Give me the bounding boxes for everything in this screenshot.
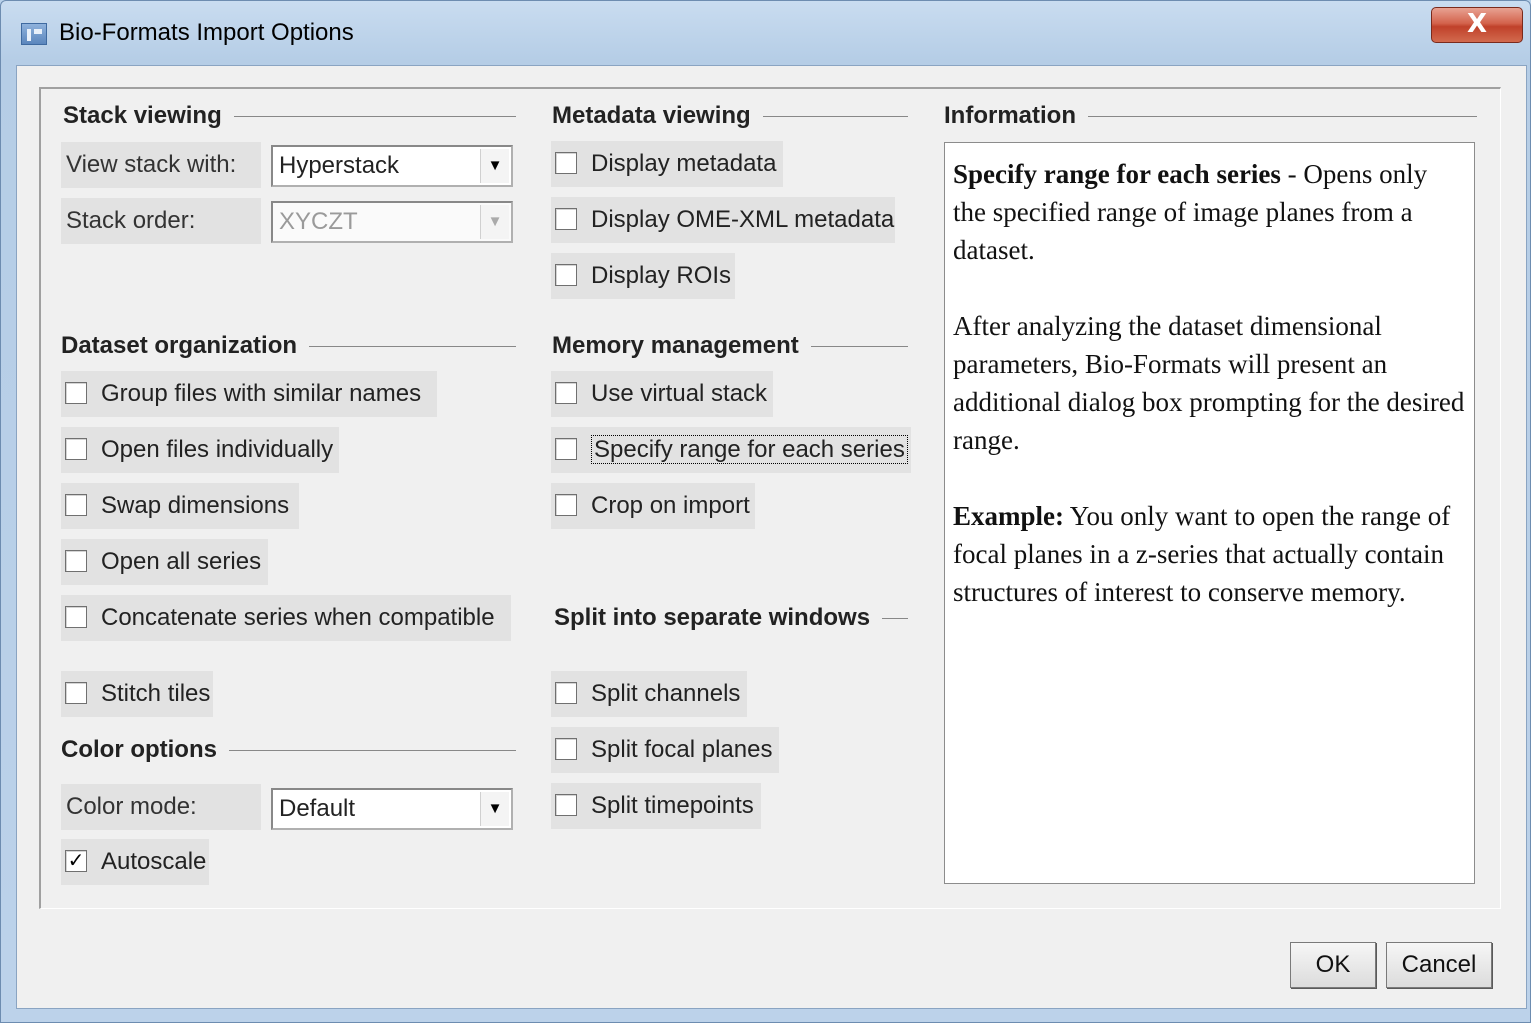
swap-dimensions-checkbox[interactable]: Swap dimensions	[61, 483, 299, 529]
app-icon	[21, 23, 47, 45]
color-mode-label: Color mode:	[61, 784, 261, 830]
display-ome-xml-checkbox[interactable]: Display OME-XML metadata	[551, 197, 895, 243]
checkbox-box[interactable]	[555, 152, 577, 174]
section-memory-management: Memory management	[552, 332, 908, 360]
checkbox-label: Split channels	[591, 680, 741, 707]
checkbox-label: Split focal planes	[591, 736, 773, 763]
checkbox-box[interactable]	[65, 682, 87, 704]
section-stack-viewing: Stack viewing	[63, 102, 516, 130]
divider	[1088, 115, 1477, 117]
divider	[762, 115, 908, 117]
view-stack-value: Hyperstack	[279, 152, 400, 179]
stack-order-label: Stack order:	[61, 198, 261, 244]
section-heading: Split into separate windows	[554, 604, 871, 631]
divider	[309, 345, 516, 347]
info-bold-heading: Example:	[953, 501, 1064, 531]
checkbox-label: Display ROIs	[591, 262, 732, 289]
dialog-window: Bio-Formats Import Options X Stack viewi…	[0, 0, 1531, 1023]
divider	[233, 115, 516, 117]
window-title: Bio-Formats Import Options	[59, 19, 354, 46]
section-dataset-organization: Dataset organization	[61, 332, 516, 360]
cancel-button[interactable]: Cancel	[1386, 942, 1492, 988]
info-paragraph: Specify range for each series - Opens on…	[953, 155, 1466, 269]
section-heading: Dataset organization	[61, 332, 298, 359]
section-heading: Information	[944, 102, 1076, 129]
close-icon: X	[1466, 9, 1488, 39]
checkbox-label: Stitch tiles	[101, 680, 211, 707]
view-stack-select[interactable]: Hyperstack ▼	[271, 145, 513, 187]
close-button[interactable]: X	[1431, 7, 1523, 43]
section-heading: Stack viewing	[63, 102, 222, 129]
split-focal-planes-checkbox[interactable]: Split focal planes	[551, 727, 779, 773]
info-bold-heading: Specify range for each series	[953, 159, 1281, 189]
checkbox-box[interactable]	[555, 794, 577, 816]
checkbox-label: Autoscale	[101, 848, 207, 875]
display-metadata-checkbox[interactable]: Display metadata	[551, 141, 783, 187]
split-channels-checkbox[interactable]: Split channels	[551, 671, 747, 717]
checkbox-box[interactable]	[555, 682, 577, 704]
view-stack-label: View stack with:	[61, 142, 261, 188]
section-information: Information	[944, 102, 1477, 130]
checkbox-label: Group files with similar names	[101, 380, 422, 407]
chevron-down-icon[interactable]: ▼	[480, 792, 509, 826]
section-heading: Color options	[61, 736, 217, 763]
split-timepoints-checkbox[interactable]: Split timepoints	[551, 783, 761, 829]
checkbox-label: Swap dimensions	[101, 492, 290, 519]
checkbox-box[interactable]	[555, 382, 577, 404]
information-text-area: Specify range for each series - Opens on…	[944, 142, 1475, 884]
checkbox-label: Specify range for each series	[591, 435, 908, 464]
divider	[882, 617, 908, 619]
section-metadata-viewing: Metadata viewing	[552, 102, 908, 130]
divider	[228, 749, 516, 751]
open-all-series-checkbox[interactable]: Open all series	[61, 539, 268, 585]
chevron-down-icon[interactable]: ▼	[480, 149, 509, 183]
checkbox-box[interactable]	[65, 606, 87, 628]
info-paragraph: Example: You only want to open the range…	[953, 497, 1466, 611]
display-rois-checkbox[interactable]: Display ROIs	[551, 253, 735, 299]
chevron-down-icon[interactable]: ▼	[480, 205, 509, 239]
info-paragraph: After analyzing the dataset dimensional …	[953, 307, 1466, 459]
stack-order-value: XYCZT	[279, 208, 358, 235]
checkbox-box[interactable]	[65, 494, 87, 516]
autoscale-checkbox[interactable]: ✓ Autoscale	[61, 839, 209, 885]
checkmark-icon[interactable]: ✓	[65, 850, 87, 872]
checkbox-label: Use virtual stack	[591, 380, 768, 407]
crop-on-import-checkbox[interactable]: Crop on import	[551, 483, 755, 529]
checkbox-box[interactable]	[555, 264, 577, 286]
stack-order-select[interactable]: XYCZT ▼	[271, 201, 513, 243]
checkbox-label: Concatenate series when compatible	[101, 604, 495, 631]
section-color-options: Color options	[61, 736, 516, 764]
group-files-checkbox[interactable]: Group files with similar names	[61, 371, 437, 417]
checkbox-label: Crop on import	[591, 492, 750, 519]
section-heading: Metadata viewing	[552, 102, 751, 129]
checkbox-box[interactable]	[555, 738, 577, 760]
concatenate-series-checkbox[interactable]: Concatenate series when compatible	[61, 595, 511, 641]
title-bar[interactable]: Bio-Formats Import Options X	[1, 1, 1530, 65]
open-individually-checkbox[interactable]: Open files individually	[61, 427, 339, 473]
color-mode-value: Default	[279, 795, 356, 822]
checkbox-box[interactable]	[65, 550, 87, 572]
checkbox-box[interactable]	[555, 438, 577, 460]
color-mode-select[interactable]: Default ▼	[271, 788, 513, 830]
checkbox-box[interactable]	[65, 382, 87, 404]
section-split-windows: Split into separate windows	[554, 604, 908, 632]
checkbox-label: Open files individually	[101, 436, 334, 463]
checkbox-label: Split timepoints	[591, 792, 754, 819]
checkbox-box[interactable]	[555, 494, 577, 516]
checkbox-label: Display OME-XML metadata	[591, 206, 895, 233]
checkbox-label: Open all series	[101, 548, 262, 575]
info-text: After analyzing the dataset dimensional …	[953, 311, 1465, 455]
virtual-stack-checkbox[interactable]: Use virtual stack	[551, 371, 773, 417]
checkbox-box[interactable]	[65, 438, 87, 460]
checkbox-label: Display metadata	[591, 150, 777, 177]
divider	[810, 345, 908, 347]
specify-range-checkbox[interactable]: Specify range for each series	[551, 427, 911, 473]
checkbox-box[interactable]	[555, 208, 577, 230]
section-heading: Memory management	[552, 332, 799, 359]
ok-button[interactable]: OK	[1290, 942, 1376, 988]
stitch-tiles-checkbox[interactable]: Stitch tiles	[61, 671, 213, 717]
